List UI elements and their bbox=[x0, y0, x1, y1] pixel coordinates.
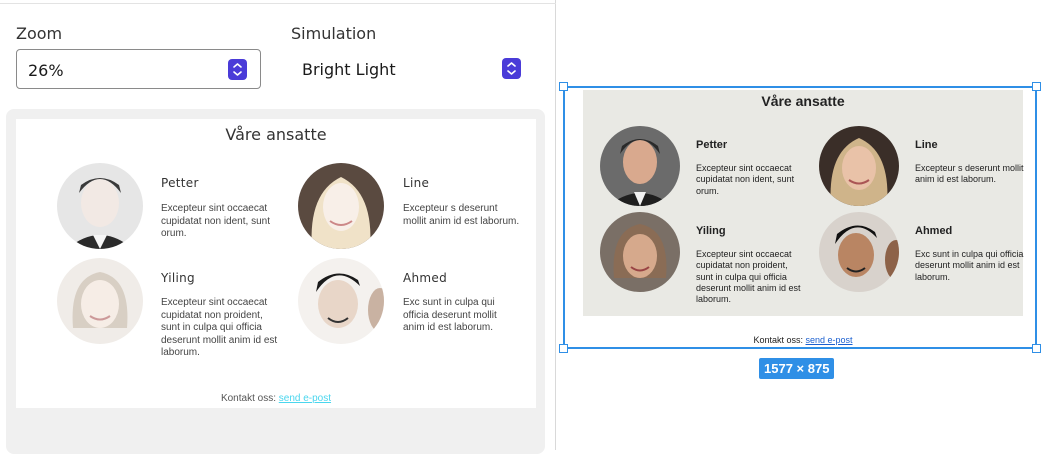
zoom-select[interactable]: 26% bbox=[16, 49, 261, 89]
simulation-select[interactable]: Bright Light bbox=[291, 49, 531, 89]
size-badge: 1577 × 875 bbox=[759, 358, 835, 379]
card-title: Våre ansatte bbox=[225, 125, 327, 144]
selection-box[interactable] bbox=[563, 86, 1037, 349]
contact-email-link[interactable]: send e-post bbox=[279, 393, 331, 404]
up-down-chevron-icon[interactable] bbox=[228, 59, 247, 80]
resize-handle-bottom-left[interactable] bbox=[559, 344, 568, 353]
up-down-chevron-icon[interactable] bbox=[502, 58, 521, 79]
avatar bbox=[298, 163, 384, 249]
simulation-value: Bright Light bbox=[302, 60, 396, 79]
resize-handle-top-right[interactable] bbox=[1032, 82, 1041, 91]
resize-handle-bottom-right[interactable] bbox=[1032, 344, 1041, 353]
contact-line: Kontakt oss: send e-post bbox=[16, 393, 536, 404]
simulation-preview-frame: Våre ansatte Petter Excepteur sint occae… bbox=[6, 109, 545, 454]
person-name: Ahmed bbox=[403, 271, 448, 285]
avatar bbox=[298, 258, 384, 344]
contact-text: Kontakt oss: bbox=[220, 393, 276, 404]
zoom-value: 26% bbox=[28, 61, 64, 80]
simulated-card-preview: Våre ansatte Petter Excepteur sint occae… bbox=[16, 119, 536, 408]
simulation-label: Simulation bbox=[291, 24, 377, 43]
settings-panel: Zoom Simulation 26% Bright Light Våre an… bbox=[0, 0, 556, 454]
person-description: Excepteur sint occaecat cupidatat non pr… bbox=[161, 297, 278, 358]
person-description: Excepteur s deserunt mollit anim id est … bbox=[403, 203, 520, 227]
person-name: Petter bbox=[161, 176, 199, 190]
resize-handle-top-left[interactable] bbox=[559, 82, 568, 91]
avatar bbox=[57, 163, 143, 249]
zoom-label: Zoom bbox=[16, 24, 63, 43]
person-description: Exc sunt in culpa qui officia deserunt m… bbox=[403, 297, 497, 333]
person-name: Yiling bbox=[161, 271, 195, 285]
divider bbox=[0, 3, 556, 4]
design-canvas[interactable]: Våre ansatte Petter Excepteur sint occae… bbox=[557, 0, 1042, 450]
person-name: Line bbox=[403, 176, 430, 190]
person-description: Excepteur sint occaecat cupidatat non id… bbox=[161, 203, 270, 239]
avatar bbox=[57, 258, 143, 344]
